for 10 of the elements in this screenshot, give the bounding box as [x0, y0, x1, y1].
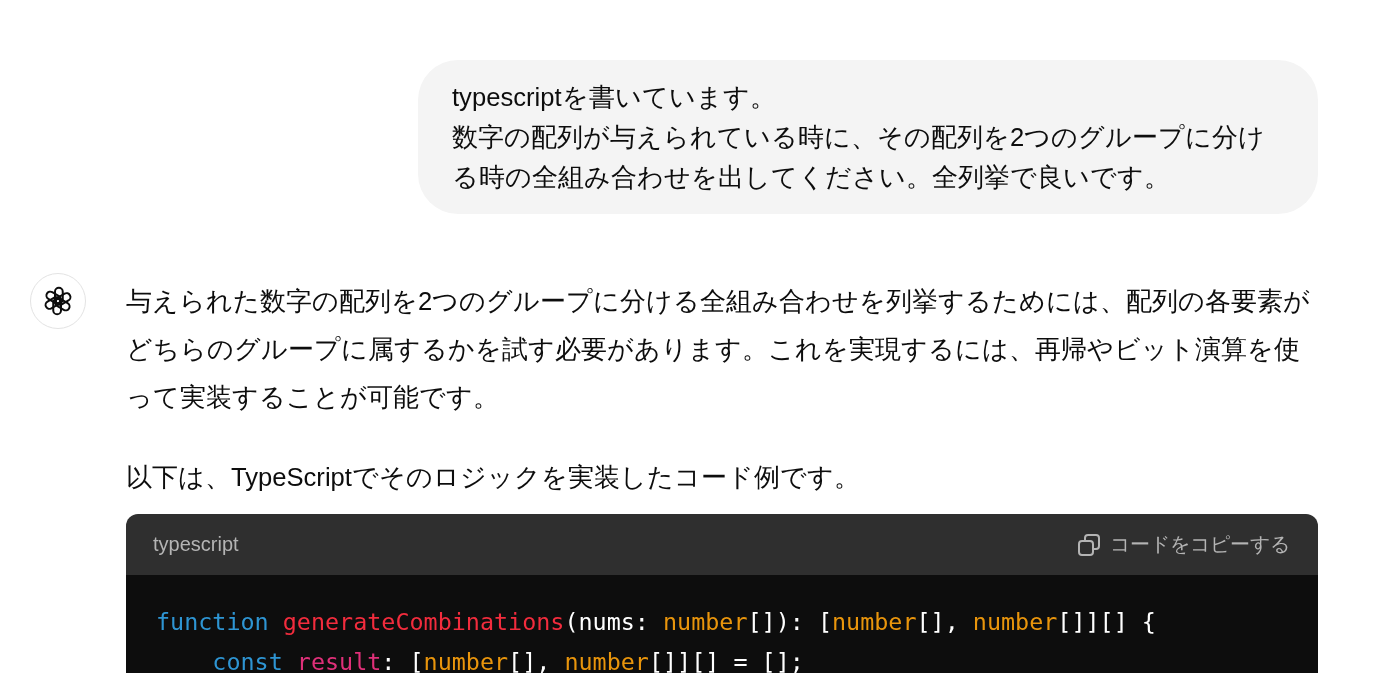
copy-icon	[1078, 533, 1100, 556]
copy-button[interactable]: コードをコピーする	[1078, 531, 1290, 558]
message-text: 数字の配列が与えられている時に、その配列を2つのグループに分ける時の全組み合わせを出してください。全列挙で良いです。	[452, 122, 1267, 193]
code-line: function generateCombinations(nums: number[]): [number[], number[]][] {	[156, 608, 1156, 636]
response-paragraph: 以下は、TypeScriptでそのロジックを実装したコード例です。	[126, 462, 861, 493]
response-paragraph: 与えられた数字の配列を2つのグループに分ける全組み合わせを列挙するためには、配列の各要素がどちらのグループに属するかを試す必要があります。これを実現するには、再帰やビット演算を使って実装することが可能です。	[126, 286, 1312, 413]
code-language-label: typescript	[153, 533, 239, 556]
knot-icon	[30, 273, 86, 329]
message-text: typescriptを書いています。	[452, 82, 777, 113]
code-line: const result: [number[], number[]][] = [];	[212, 648, 804, 673]
